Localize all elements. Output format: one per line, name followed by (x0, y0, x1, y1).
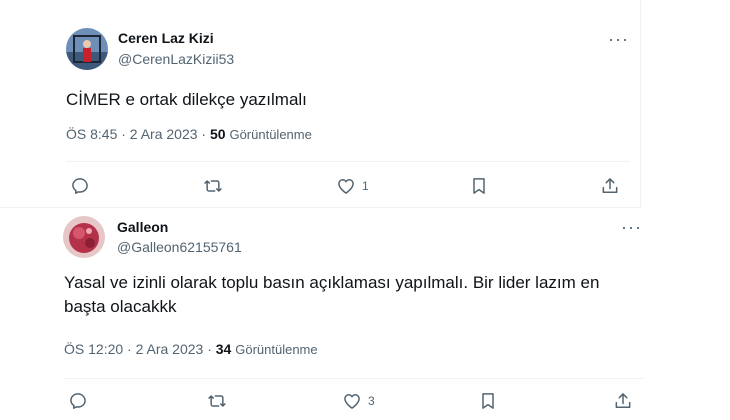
like-button[interactable]: 1 (336, 174, 369, 198)
scrollbar-edge (640, 0, 641, 208)
bookmark-button[interactable] (478, 389, 498, 413)
like-icon (342, 391, 362, 411)
timestamp[interactable]: ÖS 12:20 · 2 Ara 2023 · (64, 341, 216, 357)
display-name[interactable]: Ceren Laz Kizi (118, 30, 214, 46)
tweet: Ceren Laz Kizi @CerenLazKizii53 ··· CİME… (0, 0, 730, 208)
like-button[interactable]: 3 (342, 389, 375, 413)
bookmark-button[interactable] (469, 174, 489, 198)
share-button[interactable] (613, 389, 633, 413)
views-label: Görüntülenme (229, 127, 312, 142)
share-icon (613, 391, 633, 411)
view-count: 50 (209, 126, 226, 142)
display-name[interactable]: Galleon (117, 219, 168, 235)
reply-button[interactable] (70, 174, 90, 198)
bookmark-icon (478, 391, 498, 411)
divider (66, 161, 630, 162)
share-icon (600, 176, 620, 196)
reply-button[interactable] (68, 389, 88, 413)
tweet-text: Yasal ve izinli olarak toplu basın açıkl… (64, 271, 724, 319)
user-handle[interactable]: @Galleon62155761 (117, 239, 242, 255)
retweet-button[interactable] (203, 174, 223, 198)
retweet-icon (203, 176, 223, 196)
divider (64, 378, 644, 379)
retweet-icon (207, 391, 227, 411)
tweet-text-line: başta olacakkk (64, 297, 177, 316)
share-button[interactable] (600, 174, 620, 198)
like-icon (336, 176, 356, 196)
bookmark-icon (469, 176, 489, 196)
avatar[interactable] (63, 216, 105, 258)
user-handle[interactable]: @CerenLazKizii53 (118, 51, 234, 67)
tweet-text: CİMER e ortak dilekçe yazılmalı (66, 90, 307, 109)
tweet: Galleon @Galleon62155761 ··· Yasal ve iz… (0, 208, 730, 420)
like-count: 1 (362, 179, 369, 193)
like-count: 3 (368, 394, 375, 408)
tweet-text-line: Yasal ve izinli olarak toplu basın açıkl… (64, 273, 600, 292)
more-icon[interactable]: ··· (608, 30, 629, 48)
reply-icon (70, 176, 90, 196)
more-icon[interactable]: ··· (621, 218, 642, 236)
tweet-meta: ÖS 12:20 · 2 Ara 2023 · 34 Görüntülenme (64, 341, 318, 357)
avatar[interactable] (66, 28, 108, 70)
timestamp[interactable]: ÖS 8:45 · 2 Ara 2023 · (66, 126, 210, 142)
views-label: Görüntülenme (235, 342, 318, 357)
retweet-button[interactable] (207, 389, 227, 413)
tweet-meta: ÖS 8:45 · 2 Ara 2023 · 50 Görüntülenme (66, 126, 312, 142)
reply-icon (68, 391, 88, 411)
view-count: 34 (215, 341, 232, 357)
